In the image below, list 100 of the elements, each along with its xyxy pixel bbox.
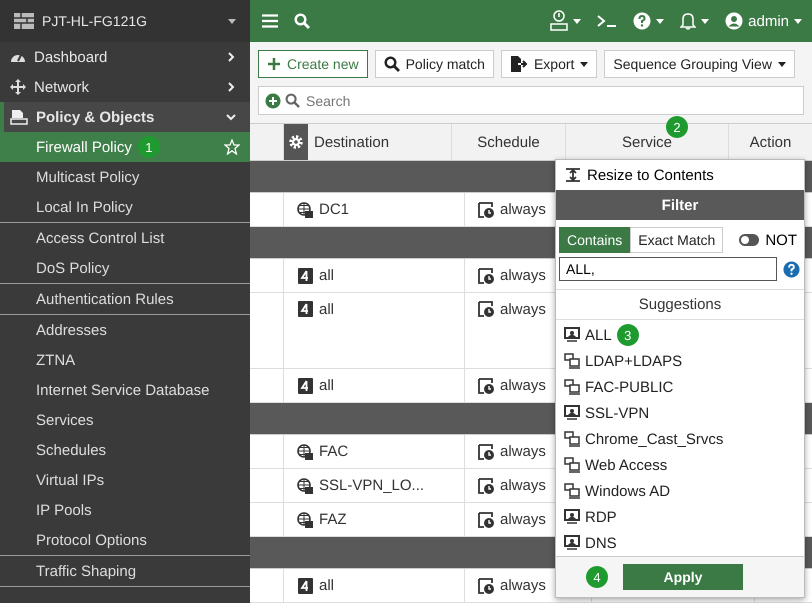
step-badge: 1 [138, 136, 160, 158]
terminal-icon[interactable] [597, 14, 618, 28]
bell-icon[interactable] [680, 12, 696, 30]
table-cell: always [500, 301, 546, 318]
filter-header: Filter [556, 190, 804, 220]
item-label: Multicast Policy [36, 168, 140, 186]
menu-item[interactable]: Resize to Contents [556, 160, 804, 190]
sidebar-item[interactable]: ZTNA [0, 345, 250, 375]
sidebar-item[interactable]: Protocol Options [0, 525, 250, 555]
chevron-icon [226, 52, 236, 62]
table-cell: all [319, 301, 334, 318]
column-header[interactable]: Destination [314, 134, 390, 150]
step-badge: 4 [586, 566, 608, 588]
suggestion-item[interactable]: RDP [585, 508, 617, 526]
schedule-icon [478, 301, 494, 317]
item-label: Authentication Rules [36, 290, 174, 308]
item-label: Access Control List [36, 230, 164, 246]
plus-icon [267, 57, 281, 71]
help-icon[interactable] [633, 12, 652, 30]
item-label: Services [36, 412, 94, 428]
globe-icon [297, 512, 313, 528]
sidebar-item[interactable]: IP Pools [0, 495, 250, 525]
search-input[interactable]: Search [304, 92, 797, 110]
sidebar-item[interactable]: Services [0, 405, 250, 435]
table-cell: always [500, 511, 546, 528]
toolbar-button[interactable]: Create new [258, 50, 368, 78]
globe-icon [297, 202, 313, 218]
sidebar-item[interactable]: DoS Policy [0, 253, 250, 283]
schedule-icon [478, 202, 494, 218]
sidebar-section[interactable]: Network [0, 72, 250, 102]
user-name[interactable]: admin [748, 12, 789, 30]
table-cell: always [500, 377, 546, 394]
sidebar-item[interactable]: Authentication Rules [0, 284, 250, 314]
item-label: Addresses [36, 322, 107, 338]
sidebar-section[interactable]: Dashboard [0, 42, 250, 72]
sidebar-item[interactable]: Addresses [0, 315, 250, 345]
service-icon [564, 535, 580, 551]
table-cell: always [500, 443, 546, 460]
search-field[interactable]: Search [258, 86, 804, 115]
sidebar-item[interactable]: Traffic Shaping [0, 556, 250, 586]
suggestion-item[interactable]: FAC-PUBLIC [585, 378, 674, 396]
caret-icon [580, 62, 588, 66]
schedule-icon [478, 378, 494, 394]
match-mode-button[interactable]: Contains [559, 227, 630, 253]
toggle-label: NOT [765, 232, 797, 248]
filter-input[interactable]: ALL, [559, 257, 777, 281]
caret-icon [656, 18, 664, 24]
item-label: Internet Service Database [36, 382, 210, 398]
menu-icon[interactable] [262, 14, 278, 28]
apply-button[interactable]: Apply [623, 564, 743, 590]
service-group-icon [564, 483, 580, 499]
sidebar-item[interactable]: Multicast Policy [0, 162, 250, 192]
toolbar-button[interactable]: Sequence Grouping View [604, 50, 795, 78]
toolbar-button[interactable]: Export [500, 50, 598, 78]
device-alert-icon[interactable] [550, 10, 568, 32]
table-cell: always [500, 267, 546, 284]
help-icon[interactable] [783, 260, 800, 278]
service-group-icon [564, 431, 580, 447]
sidebar-item[interactable]: Virtual IPs [0, 465, 250, 495]
suggestion-item[interactable]: Chrome_Cast_Srvcs [585, 430, 724, 448]
policy-icon [10, 109, 28, 125]
schedule-icon [478, 478, 494, 494]
move-icon [10, 79, 26, 95]
star-icon[interactable] [224, 139, 240, 155]
firewall-icon [14, 13, 34, 29]
user-icon[interactable] [725, 12, 744, 30]
sidebar-section[interactable]: Policy & Objects [0, 102, 250, 132]
item-label: Protocol Options [36, 532, 147, 548]
column-header[interactable]: Action [750, 134, 792, 150]
item-label: Virtual IPs [36, 472, 104, 488]
suggestion-item[interactable]: Windows AD [585, 482, 670, 500]
add-filter-icon[interactable] [265, 92, 281, 108]
item-label: Traffic Shaping [36, 562, 136, 580]
sidebar-item[interactable]: Local In Policy [0, 192, 250, 222]
search-icon[interactable] [294, 13, 310, 29]
schedule-icon [478, 444, 494, 460]
table-cell: always [500, 577, 546, 594]
column-header[interactable]: Schedule [477, 134, 540, 150]
sidebar-item[interactable]: Internet Service Database [0, 375, 250, 405]
service-icon [564, 405, 580, 421]
step-badge: 2 [666, 116, 688, 138]
globe-icon [297, 444, 313, 460]
toggle-switch[interactable] [739, 234, 760, 246]
toolbar-button[interactable]: Policy match [374, 50, 494, 78]
suggestion-item[interactable]: ALL [585, 326, 612, 344]
resize-icon [565, 168, 581, 182]
suggestion-item[interactable]: DNS [585, 534, 617, 552]
sidebar-item[interactable]: Access Control List [0, 223, 250, 253]
suggestion-item[interactable]: Web Access [585, 456, 668, 474]
suggestion-item[interactable]: LDAP+LDAPS [585, 352, 682, 370]
suggestion-item[interactable]: SSL-VPN [585, 404, 650, 422]
schedule-icon [478, 268, 494, 284]
sidebar-item[interactable]: Schedules [0, 435, 250, 465]
item-label: IP Pools [36, 502, 92, 518]
match-mode-button[interactable]: Exact Match [630, 227, 724, 253]
schedule-icon [478, 512, 494, 528]
sidebar-item[interactable]: Firewall Policy 1 [0, 132, 250, 162]
table-cell: always [500, 201, 546, 218]
globe-icon [297, 478, 313, 494]
settings-icon[interactable] [288, 134, 304, 150]
